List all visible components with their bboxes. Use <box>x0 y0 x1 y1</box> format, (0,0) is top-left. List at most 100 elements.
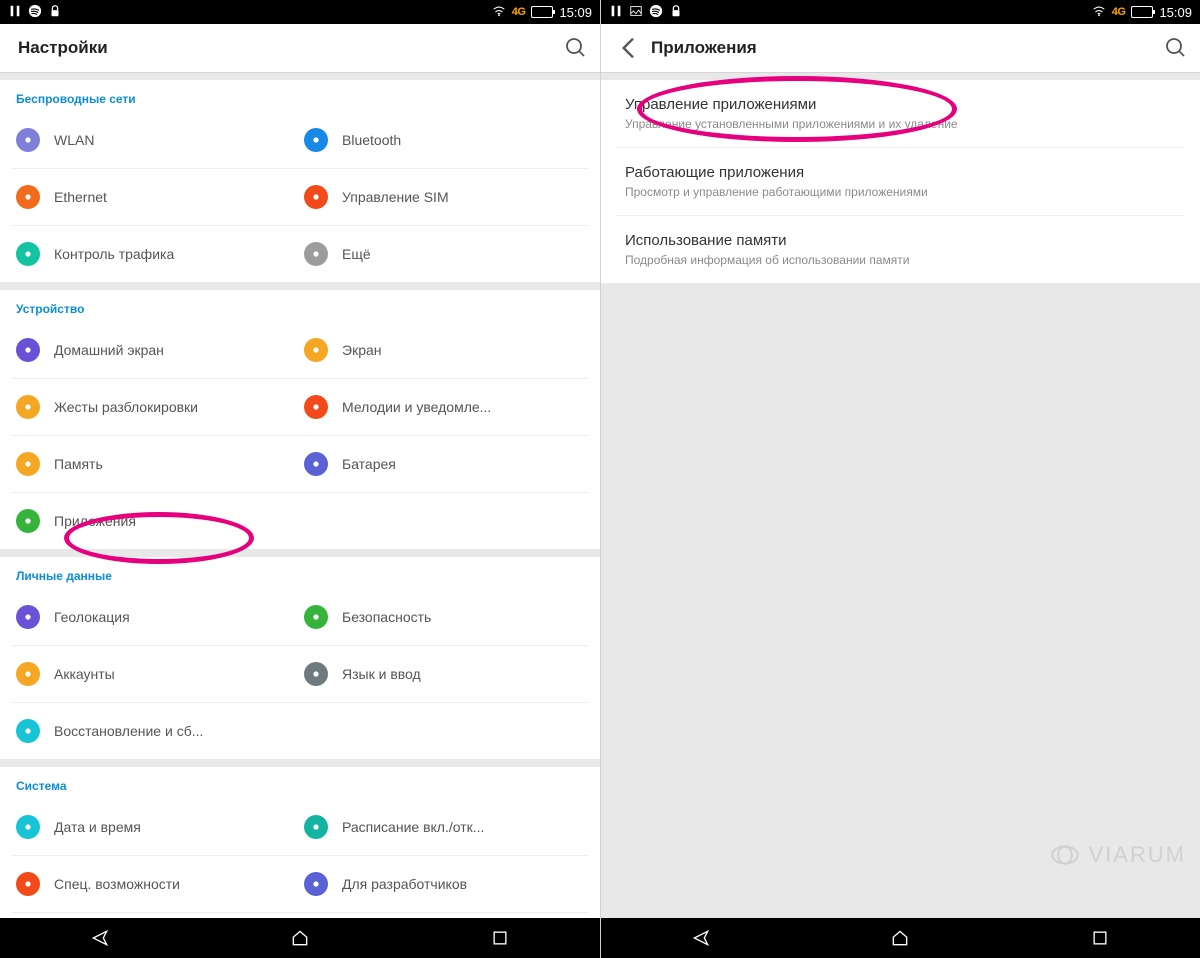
settings-item-icon <box>304 452 328 476</box>
status-bar: 4G 15:09 <box>0 0 600 24</box>
settings-item-icon <box>304 395 328 419</box>
settings-item-icon <box>16 815 40 839</box>
home-button[interactable] <box>860 928 940 948</box>
clock-label: 15:09 <box>1159 5 1192 20</box>
settings-item-icon <box>16 338 40 362</box>
home-button[interactable] <box>260 928 340 948</box>
settings-item-label: Жесты разблокировки <box>54 399 198 415</box>
settings-section: Личные данные Геолокация Безопасность Аккау… <box>0 557 600 759</box>
apps-row-subtitle: Управление установленными приложениями и… <box>625 117 1176 131</box>
settings-item-icon <box>16 719 40 743</box>
apps-row-title: Работающие приложения <box>625 164 1176 181</box>
settings-item[interactable]: Аккаунты <box>12 645 300 702</box>
settings-item[interactable]: Контроль трафика <box>12 225 300 282</box>
settings-item[interactable]: Восстановление и сб... <box>12 702 588 759</box>
recent-button[interactable] <box>460 928 540 948</box>
settings-item-icon <box>16 605 40 629</box>
lock-icon <box>48 4 62 21</box>
section-title: Устройство <box>12 290 588 322</box>
settings-item-label: Для разработчиков <box>342 876 467 892</box>
apps-row[interactable]: Работающие приложения Просмотр и управлен… <box>617 148 1184 216</box>
settings-item-label: Расписание вкл./отк... <box>342 819 484 835</box>
settings-item-label: WLAN <box>54 132 94 148</box>
settings-item[interactable]: Язык и ввод <box>300 645 588 702</box>
pause-icon <box>609 4 623 21</box>
wifi-icon <box>492 4 506 21</box>
nav-bar <box>0 918 600 958</box>
settings-item-icon <box>304 662 328 686</box>
settings-item-label: Приложения <box>54 513 136 529</box>
settings-item[interactable]: Управление SIM <box>300 168 588 225</box>
settings-item-label: Геолокация <box>54 609 130 625</box>
apps-row[interactable]: Использование памяти Подробная информация… <box>617 216 1184 283</box>
settings-item-label: Восстановление и сб... <box>54 723 203 739</box>
settings-item-icon <box>16 128 40 152</box>
settings-item[interactable]: Ещё <box>300 225 588 282</box>
back-button[interactable] <box>661 928 741 948</box>
settings-section: УстройствоДомашний экранЭкран Жесты разбл… <box>0 290 600 549</box>
lock-icon <box>669 4 683 21</box>
spotify-icon <box>28 4 42 21</box>
settings-item[interactable]: Память <box>12 435 300 492</box>
settings-item[interactable]: Экран <box>300 322 588 378</box>
settings-item-icon <box>16 509 40 533</box>
settings-item[interactable]: Bluetooth <box>300 112 588 168</box>
settings-item[interactable]: Приложения <box>12 492 588 549</box>
settings-item[interactable]: О планшете <box>12 912 588 918</box>
settings-item-icon <box>16 872 40 896</box>
app-bar: Приложения <box>601 24 1200 72</box>
section-title: Личные данные <box>12 557 588 589</box>
settings-item-icon <box>304 605 328 629</box>
settings-item[interactable]: Безопасность <box>300 589 588 645</box>
recent-button[interactable] <box>1060 928 1140 948</box>
search-icon[interactable] <box>1164 36 1188 60</box>
back-button[interactable] <box>60 928 140 948</box>
settings-item-icon <box>304 242 328 266</box>
apps-row-subtitle: Подробная информация об использовании па… <box>625 253 1176 267</box>
settings-item-icon <box>16 395 40 419</box>
settings-item[interactable]: Расписание вкл./отк... <box>300 799 588 855</box>
back-icon[interactable] <box>613 32 645 64</box>
battery-icon <box>1131 6 1153 18</box>
settings-item-label: Управление SIM <box>342 189 449 205</box>
settings-item-label: Безопасность <box>342 609 431 625</box>
settings-item[interactable]: WLAN <box>12 112 300 168</box>
settings-item-label: Дата и время <box>54 819 141 835</box>
settings-item[interactable]: Домашний экран <box>12 322 300 378</box>
app-bar: Настройки <box>0 24 600 72</box>
settings-item[interactable]: Мелодии и уведомле... <box>300 378 588 435</box>
apps-row[interactable]: Управление приложениямиУправление устано… <box>617 80 1184 148</box>
settings-item[interactable]: Спец. возможности <box>12 855 300 912</box>
wifi-icon <box>1092 4 1106 21</box>
settings-item[interactable]: Жесты разблокировки <box>12 378 300 435</box>
apps-row-subtitle: Просмотр и управление работающими прилож… <box>625 185 1176 199</box>
settings-item-icon <box>304 815 328 839</box>
section-title: Система <box>12 767 588 799</box>
settings-item[interactable]: Ethernet <box>12 168 300 225</box>
settings-item-label: Спец. возможности <box>54 876 180 892</box>
settings-item[interactable]: Для разработчиков <box>300 855 588 912</box>
settings-section: Система Дата и время Расписание вкл./отк..… <box>0 767 600 918</box>
apps-content: Управление приложениямиУправление устано… <box>601 72 1200 918</box>
network-label: 4G <box>512 6 526 18</box>
search-icon[interactable] <box>564 36 588 60</box>
settings-item-icon <box>16 242 40 266</box>
apps-pane: 4G 15:09 Приложения Управление приложени… <box>600 0 1200 958</box>
settings-item-label: Язык и ввод <box>342 666 421 682</box>
watermark: VIARUM <box>1048 838 1186 872</box>
nav-bar <box>601 918 1200 958</box>
pause-icon <box>8 4 22 21</box>
settings-item-icon <box>16 662 40 686</box>
page-title: Приложения <box>645 38 757 58</box>
settings-item-label: Батарея <box>342 456 396 472</box>
apps-row-title: Использование памяти <box>625 232 1176 249</box>
settings-item[interactable]: Дата и время <box>12 799 300 855</box>
settings-pane: 4G 15:09 Настройки Беспроводные сетиWLAN… <box>0 0 600 958</box>
settings-item-label: Контроль трафика <box>54 246 174 262</box>
settings-item[interactable]: Геолокация <box>12 589 300 645</box>
settings-section: Беспроводные сетиWLANBluetoothEthernetУп… <box>0 80 600 282</box>
settings-item-icon <box>16 452 40 476</box>
settings-item-icon <box>304 185 328 209</box>
settings-item-label: Ethernet <box>54 189 107 205</box>
settings-item[interactable]: Батарея <box>300 435 588 492</box>
